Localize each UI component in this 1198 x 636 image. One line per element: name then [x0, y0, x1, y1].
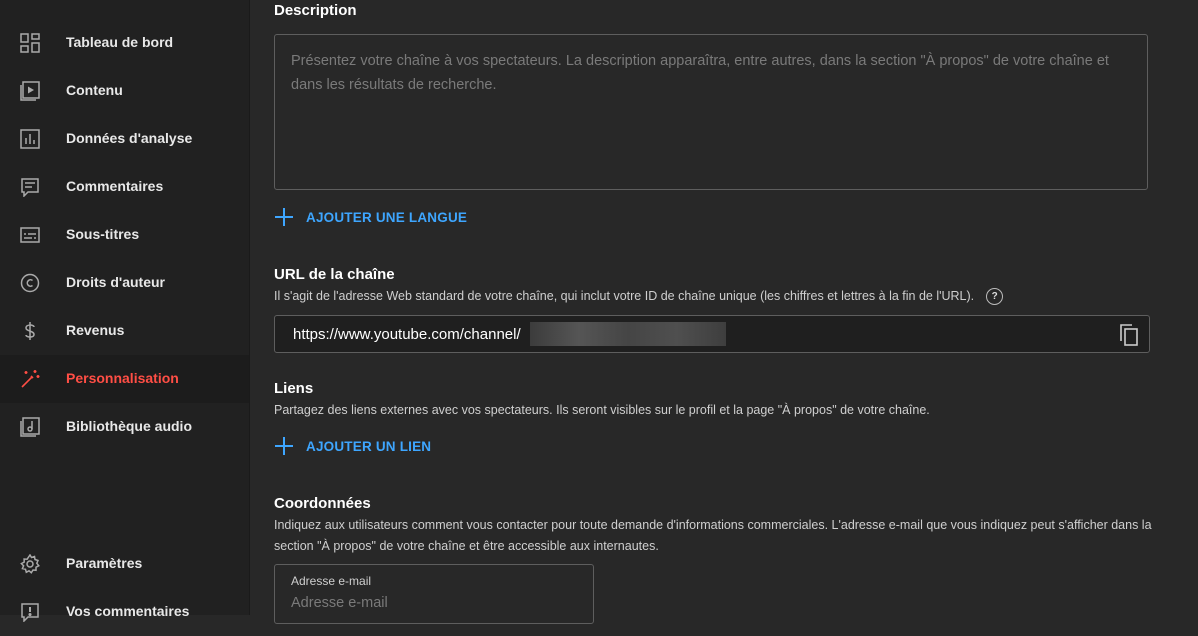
- copy-icon[interactable]: [1119, 324, 1139, 346]
- sidebar: Tableau de bord Contenu Données d'analys…: [0, 0, 250, 622]
- sidebar-item-copyright[interactable]: Droits d'auteur: [0, 259, 249, 307]
- sidebar-item-content[interactable]: Contenu: [0, 67, 249, 115]
- subtitles-icon: [20, 225, 40, 245]
- sidebar-item-label: Bibliothèque audio: [66, 418, 192, 434]
- sidebar-item-label: Droits d'auteur: [66, 274, 166, 290]
- customization-basic-info: Description Présentez votre chaîne à vos…: [250, 0, 1198, 624]
- sidebar-item-customization[interactable]: Personnalisation: [0, 355, 249, 403]
- links-title: Liens: [274, 380, 314, 397]
- sidebar-item-label: Vos commentaires: [66, 603, 190, 619]
- sidebar-item-label: Paramètres: [66, 555, 143, 571]
- analytics-icon: [20, 129, 40, 149]
- sidebar-item-label: Personnalisation: [66, 370, 179, 386]
- sidebar-item-analytics[interactable]: Données d'analyse: [0, 115, 249, 163]
- sidebar-item-subtitles[interactable]: Sous-titres: [0, 211, 249, 259]
- sidebar-item-audio-library[interactable]: Bibliothèque audio: [0, 403, 249, 451]
- magic-wand-icon: [20, 369, 40, 389]
- contact-subtitle: Indiquez aux utilisateurs comment vous c…: [274, 518, 1152, 553]
- sidebar-item-label: Revenus: [66, 322, 125, 338]
- contact-title: Coordonnées: [274, 495, 371, 512]
- add-link-label: AJOUTER UN LIEN: [306, 438, 432, 454]
- channel-url-title: URL de la chaîne: [274, 266, 395, 283]
- content-icon: [20, 81, 40, 101]
- dashboard-icon: [20, 33, 40, 53]
- sidebar-item-label: Sous-titres: [66, 226, 140, 242]
- sidebar-item-feedback[interactable]: Vos commentaires: [0, 588, 249, 636]
- redacted-channel-id: [530, 322, 726, 346]
- sidebar-item-comments[interactable]: Commentaires: [0, 163, 249, 211]
- email-label: Adresse e-mail: [291, 574, 372, 588]
- audio-library-icon: [20, 417, 40, 437]
- email-field[interactable]: Adresse e-mail: [274, 564, 594, 624]
- sidebar-item-earn[interactable]: Revenus: [0, 307, 249, 355]
- channel-url-value: https://www.youtube.com/channel/: [293, 326, 521, 343]
- dollar-icon: [20, 321, 40, 341]
- sidebar-item-label: Données d'analyse: [66, 130, 193, 146]
- sidebar-item-label: Commentaires: [66, 178, 164, 194]
- help-icon[interactable]: ?: [986, 288, 1004, 306]
- feedback-icon: [20, 602, 40, 622]
- gear-icon: [20, 554, 40, 574]
- channel-url-field[interactable]: https://www.youtube.com/channel/: [274, 315, 1150, 353]
- channel-url-subtitle-text: Il s'agit de l'adresse Web standard de v…: [274, 289, 975, 303]
- sidebar-item-label: Contenu: [66, 82, 123, 98]
- add-language-label: AJOUTER UNE LANGUE: [306, 209, 468, 225]
- sidebar-item-dashboard[interactable]: Tableau de bord: [0, 19, 249, 67]
- sidebar-item-label: Tableau de bord: [66, 34, 174, 50]
- add-language-button[interactable]: AJOUTER UNE LANGUE: [274, 206, 467, 228]
- plus-icon: [274, 207, 294, 227]
- copyright-icon: [20, 273, 40, 293]
- description-title: Description: [274, 2, 357, 19]
- add-link-button[interactable]: AJOUTER UN LIEN: [274, 435, 431, 457]
- plus-icon: [274, 436, 294, 456]
- comments-icon: [20, 177, 40, 197]
- links-subtitle: Partagez des liens externes avec vos spe…: [274, 403, 930, 417]
- sidebar-item-settings[interactable]: Paramètres: [0, 540, 249, 588]
- description-textarea[interactable]: Présentez votre chaîne à vos spectateurs…: [274, 34, 1148, 190]
- email-input[interactable]: [291, 595, 571, 611]
- channel-url-subtitle: Il s'agit de l'adresse Web standard de v…: [274, 286, 1004, 307]
